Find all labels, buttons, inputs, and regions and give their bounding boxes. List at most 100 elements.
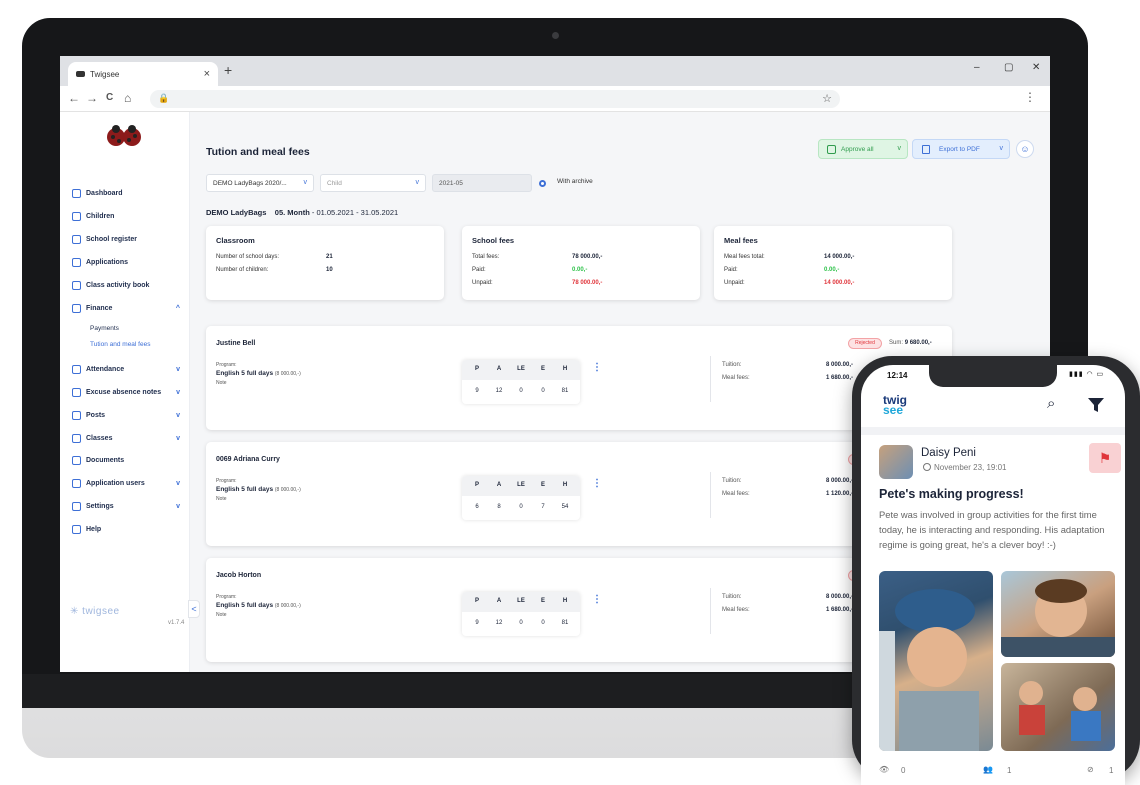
classes-icon [72,434,81,443]
sidebar-item-school-register[interactable]: School register [72,234,184,246]
period-range: - 01.05.2021 - 31.05.2021 [311,208,399,217]
excuse-absence-notes-icon [72,388,81,397]
divider [710,472,711,518]
sidebar-item-finance[interactable]: Finance ^ [72,303,184,315]
author-avatar[interactable] [879,445,913,479]
sidebar-item-settings[interactable]: Settings v [72,501,184,513]
twigsee-brand: ✳ twigsee [70,606,120,617]
meal-fees-value: 1 680.00,- [826,607,854,613]
attendance-grid: P 9 A 12 LE 0 E 0 H 81 [462,592,580,636]
child-select[interactable]: Child v [320,174,426,192]
attendance-header-cell: E [540,366,545,372]
card-row-label: Meal fees total: [724,254,765,260]
archive-toggle[interactable] [539,180,546,187]
attendance-header-cell: H [562,482,568,488]
attendance-header-cell: P [474,366,479,372]
program-name-text: English 5 full days [216,602,274,609]
program-name: English 5 full days (8 000.00,-) [216,486,301,493]
approve-all-button[interactable]: Approve all v [818,139,908,159]
sidebar-item-children[interactable]: Children [72,211,184,223]
child-name[interactable]: Jacob Horton [216,572,261,579]
child-name[interactable]: Justine Bell [216,340,255,347]
attendance-header-cell: E [540,482,545,488]
attendance-value-cell: 54 [561,504,569,510]
flag-icon[interactable]: ⚑ [1089,443,1121,473]
export-pdf-button[interactable]: Export to PDF v [912,139,1010,159]
attendance-value-cell: 9 [475,388,479,394]
attendance-header-cell: P [474,598,479,604]
chevron-icon: v [176,412,180,419]
program-price: (8 000.00,-) [274,487,301,493]
sidebar-item-dashboard[interactable]: Dashboard [72,188,184,200]
bookmark-star-icon[interactable]: ☆ [822,92,832,105]
sidebar-item-label: Posts [86,412,106,419]
month-input[interactable]: 2021-05 [432,174,532,192]
sidebar-item-label: Settings [86,503,114,510]
sidebar-item-application-users[interactable]: Application users v [72,478,184,490]
minimize-button[interactable]: – [974,62,980,73]
browser-tab[interactable]: Twigsee × [68,62,218,86]
meal-fees-label: Meal fees: [722,607,750,613]
table-row[interactable]: Jacob Horton Program: English 5 full days … [206,558,952,662]
sidebar-item-applications[interactable]: Applications [72,257,184,269]
url-input[interactable]: 🔒 ☆ [150,90,840,108]
post-photo-2[interactable] [1001,571,1115,657]
sidebar-item-help[interactable]: Help [72,524,184,536]
child-name[interactable]: 0069 Adriana Curry [216,456,280,463]
new-tab-button[interactable]: + [224,62,232,78]
chevron-down-icon[interactable]: v [898,145,902,152]
filter-icon[interactable] [1087,396,1105,414]
phone-notch [929,365,1057,387]
note-label: Note [216,380,227,386]
home-icon[interactable]: ⌂ [124,91,131,105]
more-options-icon[interactable]: ⋮ [592,478,602,489]
children-icon [72,212,81,221]
sidebar-item-label: Documents [86,457,125,464]
summary-card: Classroom Number of school days: 21 Number … [206,226,444,300]
sidebar-item-attendance[interactable]: Attendance v [72,364,184,376]
tuition-value: 8 000.00,- [826,594,854,600]
sidebar-item-label: Attendance [86,366,125,373]
sidebar-item-posts[interactable]: Posts v [72,410,184,422]
sidebar-item-class-activity-book[interactable]: Class activity book [72,280,184,292]
more-options-icon[interactable]: ⋮ [592,362,602,373]
post-photo-1[interactable] [879,571,993,751]
period-heading: DEMO LadyBags 05. Month - 01.05.2021 - 3… [206,208,398,217]
maximize-button[interactable]: ▢ [1004,62,1013,73]
sidebar-subitem-tution-and-meal-fees[interactable]: Tution and meal fees [90,341,150,348]
chevron-icon: v [176,503,180,510]
meal-fees-value: 1 680.00,- [826,375,854,381]
sidebar-item-label: Excuse absence notes [86,389,162,396]
reload-icon[interactable]: C [106,92,113,103]
school-select[interactable]: DEMO LadyBags 2020/... v [206,174,314,192]
post-footer: 👁 0 👥 1 ⊘ 1 [861,759,1125,785]
user-profile-button[interactable]: ☺ [1016,140,1034,158]
status-badge: Rejected [848,338,882,349]
tab-close-icon[interactable]: × [204,68,210,80]
sidebar-item-excuse-absence-notes[interactable]: Excuse absence notes v [72,387,184,399]
export-pdf-label: Export to PDF [939,146,980,153]
sidebar-item-documents[interactable]: Documents [72,455,184,467]
window-close-button[interactable]: ✕ [1032,62,1040,73]
program-name-text: English 5 full days [216,370,274,377]
post-photo-3[interactable] [1001,663,1115,751]
meal-fees-value: 1 120.00,- [826,491,854,497]
dashboard-icon [72,189,81,198]
tab-title: Twigsee [90,70,120,79]
program-price: (8 000.00,-) [274,371,301,377]
forward-icon[interactable]: → [86,91,98,105]
browser-menu-icon[interactable]: ⋮ [1024,90,1036,104]
chevron-down-icon[interactable]: v [1000,145,1004,152]
attendance-grid: P 6 A 8 LE 0 E 7 H 54 [462,476,580,520]
card-title: Classroom [216,236,255,245]
table-row[interactable]: 0069 Adriana Curry Program: English 5 full… [206,442,952,546]
more-options-icon[interactable]: ⋮ [592,594,602,605]
search-icon[interactable]: ⌕ [1047,395,1055,412]
table-row[interactable]: Justine Bell Program: English 5 full days … [206,326,952,430]
attendance-value-cell: 81 [561,388,569,394]
sidebar-item-classes[interactable]: Classes v [72,433,184,445]
tuition-label: Tuition: [722,478,742,484]
sidebar-subitem-payments[interactable]: Payments [90,325,119,332]
back-icon[interactable]: ← [68,91,80,105]
collapse-sidebar-button[interactable]: < [188,600,200,618]
